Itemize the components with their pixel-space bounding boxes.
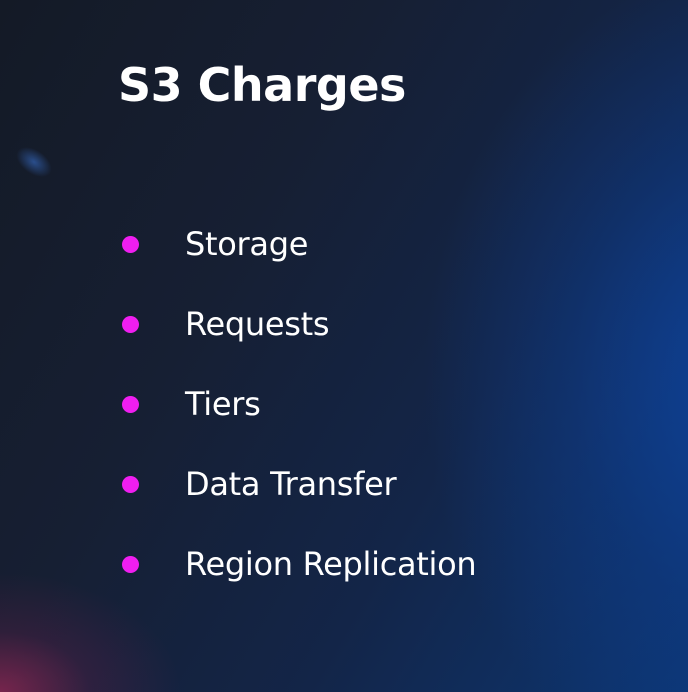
slide-title: S3 Charges [118, 58, 406, 112]
presentation-slide: S3 Charges Storage Requests Tiers Data T… [0, 0, 688, 692]
bullet-list: Storage Requests Tiers Data Transfer Reg… [122, 204, 477, 604]
bullet-item-tiers: Tiers [122, 364, 476, 444]
bullet-label: Region Replication [185, 545, 477, 583]
bullet-dot-icon [122, 475, 139, 493]
bullet-item-requests: Requests [122, 284, 476, 364]
bullet-dot-icon [122, 555, 139, 573]
bullet-item-storage: Storage [122, 204, 476, 284]
bullet-dot-icon [122, 235, 139, 253]
bullet-label: Requests [185, 305, 330, 343]
light-flare-decoration [10, 140, 58, 184]
bullet-item-data-transfer: Data Transfer [122, 444, 476, 524]
bullet-dot-icon [122, 395, 139, 413]
bullet-label: Tiers [185, 385, 261, 423]
bullet-label: Data Transfer [185, 465, 397, 503]
bullet-label: Storage [185, 225, 309, 263]
bullet-item-region-replication: Region Replication [122, 524, 477, 604]
bullet-dot-icon [122, 315, 139, 333]
